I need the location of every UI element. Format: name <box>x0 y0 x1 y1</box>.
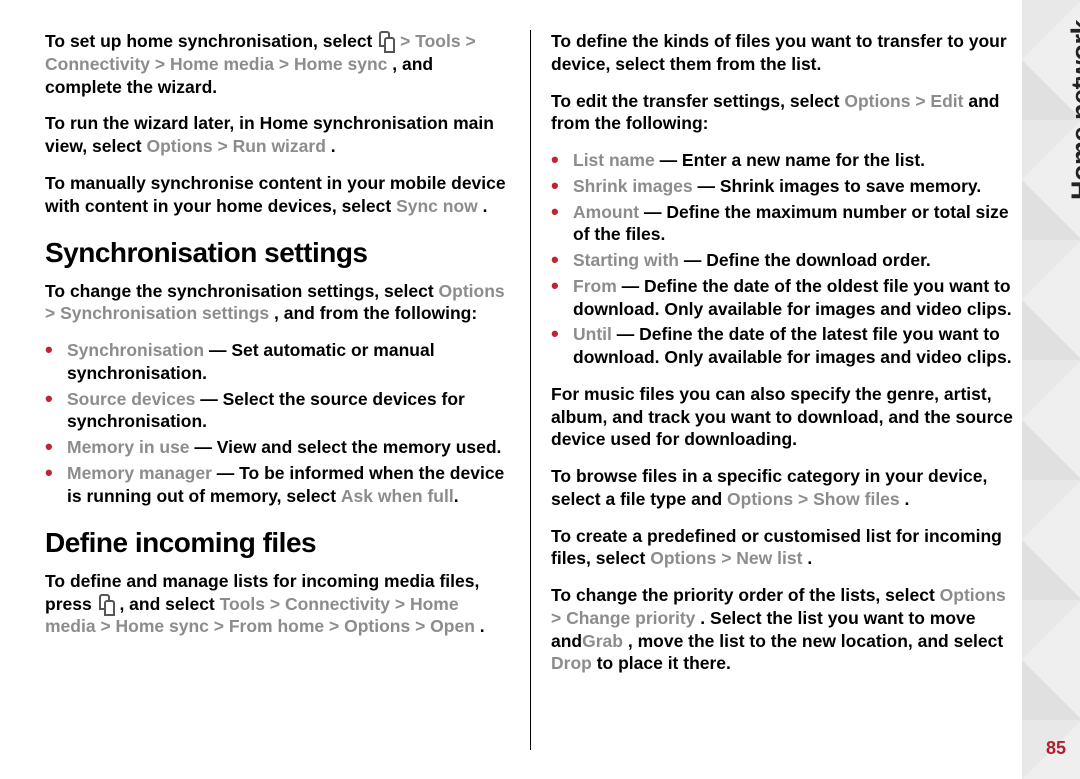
list-transfer-settings: List name — Enter a new name for the lis… <box>551 149 1015 369</box>
list-item: List name — Enter a new name for the lis… <box>573 149 1015 172</box>
para-change-settings: To change the synchronisation settings, … <box>45 280 509 326</box>
para-define-kinds: To define the kinds of files you want to… <box>551 30 1015 76</box>
para-music: For music files you can also specify the… <box>551 383 1015 451</box>
nav-path: Options > Run wizard <box>147 136 326 156</box>
list-item: From — Define the date of the oldest fil… <box>573 275 1015 321</box>
page-number: 85 <box>1046 738 1066 759</box>
list-sync-settings: Synchronisation — Set automatic or manua… <box>45 339 509 507</box>
list-item: Synchronisation — Set automatic or manua… <box>67 339 509 385</box>
list-item: Shrink images — Shrink images to save me… <box>573 175 1015 198</box>
nav-path: Options > New list <box>650 548 802 568</box>
para-run-wizard: To run the wizard later, in Home synchro… <box>45 112 509 158</box>
para-sync-now: To manually synchronise content in your … <box>45 172 509 218</box>
nav-path: Options > Edit <box>844 91 963 111</box>
para-define-incoming: To define and manage lists for incoming … <box>45 570 509 638</box>
list-item: Until — Define the date of the latest fi… <box>573 323 1015 369</box>
section-title: Home network <box>1066 20 1080 200</box>
menu-key-icon <box>97 594 115 614</box>
manual-page: To set up home synchronisation, select >… <box>0 0 1080 779</box>
para-edit-transfer: To edit the transfer settings, select Op… <box>551 90 1015 136</box>
para-setup: To set up home synchronisation, select >… <box>45 30 509 98</box>
para-new-list: To create a predefined or customised lis… <box>551 525 1015 571</box>
list-item: Source devices — Select the source devic… <box>67 388 509 434</box>
list-item: Memory in use — View and select the memo… <box>67 436 509 459</box>
heading-sync-settings: Synchronisation settings <box>45 235 509 271</box>
content-columns: To set up home synchronisation, select >… <box>45 30 1015 750</box>
nav-path: Options > Show files <box>727 489 900 509</box>
para-browse: To browse files in a specific category i… <box>551 465 1015 511</box>
para-priority: To change the priority order of the list… <box>551 584 1015 675</box>
list-item: Amount — Define the maximum number or to… <box>573 201 1015 247</box>
column-left: To set up home synchronisation, select >… <box>45 30 524 750</box>
section-ribbon: Home network 85 <box>1022 0 1080 779</box>
list-item: Memory manager — To be informed when the… <box>67 462 509 508</box>
menu-key-icon <box>377 31 395 51</box>
heading-define-incoming: Define incoming files <box>45 525 509 561</box>
column-right: To define the kinds of files you want to… <box>530 30 1015 750</box>
list-item: Starting with — Define the download orde… <box>573 249 1015 272</box>
